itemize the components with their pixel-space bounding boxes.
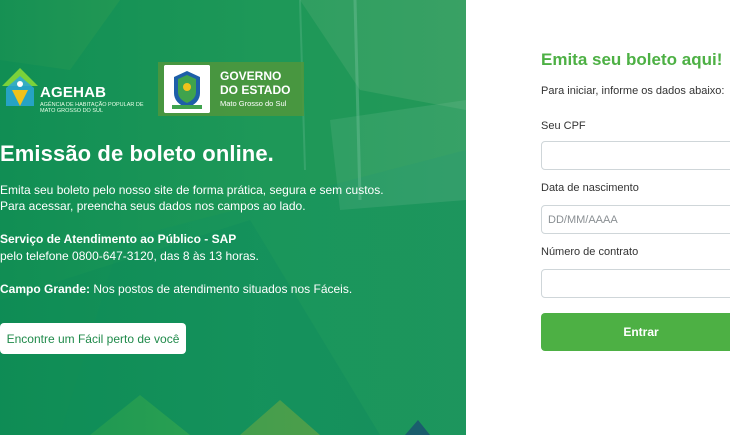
cpf-label: Seu CPF <box>541 120 586 132</box>
form-title: Emita seu boleto aqui! <box>541 50 723 69</box>
campo-grande-info: Campo Grande: Nos postos de atendimento … <box>0 282 352 296</box>
birth-date-label: Data de nascimento <box>541 182 639 194</box>
contract-number-input[interactable] <box>541 269 730 298</box>
campo-grande-label: Campo Grande: <box>0 282 91 296</box>
agehab-logo-icon <box>2 68 38 106</box>
agehab-subtitle: AGÊNCIA DE HABITAÇÃO POPULAR DE MATO GRO… <box>40 102 144 114</box>
sap-phone-info: pelo telefone 0800-647-3120, das 8 às 13… <box>0 249 259 263</box>
contract-number-label: Número de contrato <box>541 246 639 258</box>
state-crest-icon <box>164 65 210 113</box>
hero-title: Emissão de boleto online. <box>0 141 274 166</box>
logo-bar: AGEHAB AGÊNCIA DE HABITAÇÃO POPULAR DE M… <box>0 52 466 122</box>
agehab-name: AGEHAB <box>40 84 107 101</box>
government-line-1: GOVERNO <box>220 69 282 83</box>
campo-grande-text: Nos postos de atendimento situados nos F… <box>90 282 353 296</box>
government-line-2: DO ESTADO <box>220 83 291 97</box>
hero-intro-text: Emita seu boleto pelo nosso site de form… <box>0 183 384 213</box>
submit-button[interactable]: Entrar <box>541 313 730 351</box>
find-facil-button[interactable]: Encontre um Fácil perto de você <box>0 323 186 354</box>
boleto-form: Emita seu boleto aqui! Para iniciar, inf… <box>541 0 730 435</box>
cpf-input[interactable] <box>541 141 730 170</box>
sap-title: Serviço de Atendimento ao Público - SAP <box>0 232 237 246</box>
form-hint: Para iniciar, informe os dados abaixo: <box>541 85 725 97</box>
government-line-3: Mato Grosso do Sul <box>220 99 287 108</box>
birth-date-input[interactable] <box>541 205 730 234</box>
government-logo: GOVERNO DO ESTADO Mato Grosso do Sul <box>158 62 304 116</box>
hero-panel: AGEHAB AGÊNCIA DE HABITAÇÃO POPULAR DE M… <box>0 0 466 435</box>
